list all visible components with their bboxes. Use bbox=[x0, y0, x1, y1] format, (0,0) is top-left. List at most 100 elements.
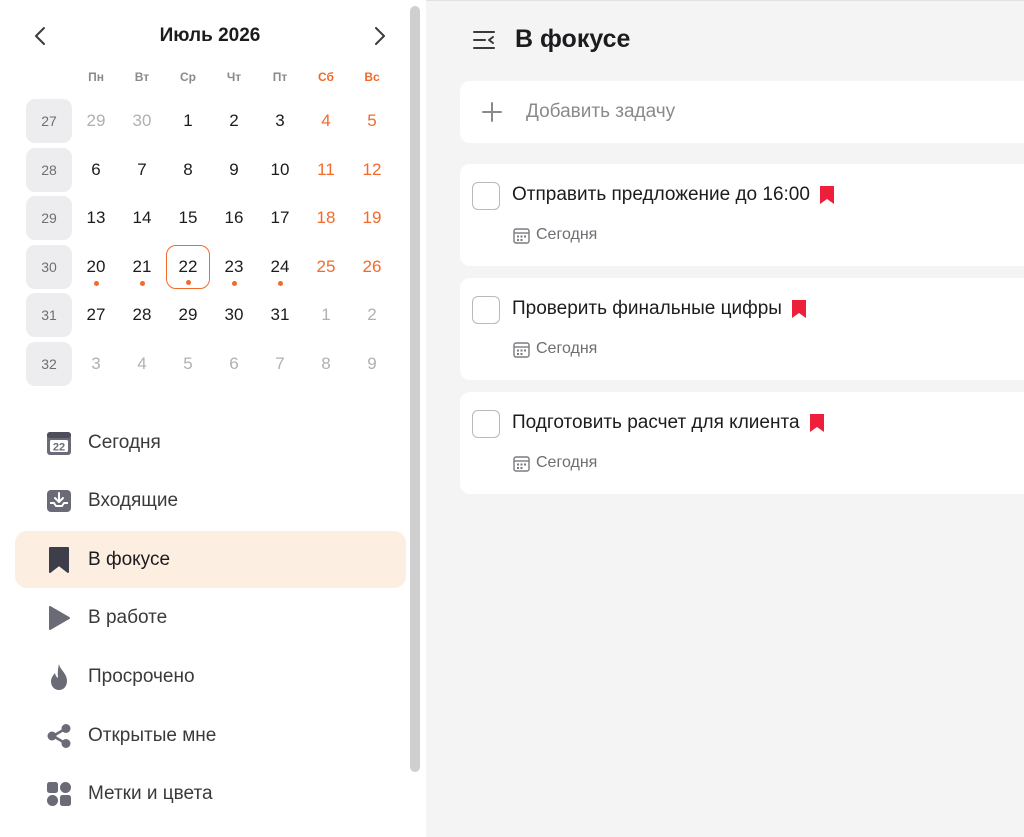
calendar-day-number: 18 bbox=[316, 208, 336, 228]
calendar-day[interactable]: 6 bbox=[73, 148, 119, 192]
calendar-day[interactable]: 3 bbox=[73, 342, 119, 386]
collapse-sidebar-button[interactable] bbox=[470, 27, 498, 53]
week-number[interactable]: 30 bbox=[26, 244, 72, 289]
calendar-day[interactable]: 31 bbox=[257, 293, 303, 337]
calendar-day[interactable]: 2 bbox=[211, 99, 257, 143]
next-month-button[interactable] bbox=[362, 18, 398, 54]
task-indicator-dot bbox=[139, 280, 145, 286]
inbox-icon bbox=[45, 487, 73, 515]
calendar-day[interactable]: 18 bbox=[303, 196, 349, 240]
weekday-label: Сб bbox=[318, 70, 334, 84]
sidebar-item-1[interactable]: 22 Сегодня bbox=[15, 414, 406, 471]
task-title[interactable]: Подготовить расчет для клиента bbox=[512, 412, 800, 434]
calendar-day[interactable]: 5 bbox=[349, 99, 395, 143]
calendar-day[interactable]: 15 bbox=[165, 196, 211, 240]
sidebar-item-label: Сегодня bbox=[88, 431, 161, 453]
task-checkbox[interactable] bbox=[472, 410, 500, 438]
calendar-day[interactable]: 27 bbox=[73, 293, 119, 337]
calendar-day-number: 7 bbox=[137, 159, 147, 179]
calendar-day-number: 15 bbox=[178, 208, 198, 228]
calendar-day[interactable]: 6 bbox=[211, 342, 257, 386]
calendar-day[interactable]: 4 bbox=[119, 342, 165, 386]
calendar-day[interactable]: 12 bbox=[349, 148, 395, 192]
calendar-day[interactable]: 4 bbox=[303, 99, 349, 143]
week-number[interactable]: 29 bbox=[26, 196, 72, 241]
calendar-day[interactable]: 25 bbox=[303, 245, 349, 289]
calendar-day[interactable]: 24 bbox=[257, 245, 303, 289]
calendar-day[interactable]: 14 bbox=[119, 196, 165, 240]
calendar-day[interactable]: 20 bbox=[73, 245, 119, 289]
today-date-badge: 22 bbox=[53, 441, 65, 453]
calendar-day[interactable]: 21 bbox=[119, 245, 165, 289]
task-indicator-dot bbox=[231, 280, 237, 286]
calendar-day-number: 27 bbox=[86, 305, 106, 325]
bookmark-icon bbox=[45, 546, 73, 574]
task-card[interactable]: Отправить предложение до 16:00 Сегодня bbox=[460, 164, 1024, 266]
calendar-day[interactable]: 13 bbox=[73, 196, 119, 240]
task-title[interactable]: Отправить предложение до 16:00 bbox=[512, 184, 810, 206]
calendar-day[interactable]: 8 bbox=[303, 342, 349, 386]
calendar-month-title[interactable]: Июль 2026 bbox=[22, 25, 398, 47]
calendar-day[interactable]: 1 bbox=[165, 99, 211, 143]
calendar-day-number: 22 bbox=[178, 256, 198, 276]
calendar-day[interactable]: 30 bbox=[211, 293, 257, 337]
calendar-day-number: 30 bbox=[132, 111, 152, 130]
sidebar-item-6[interactable]: Открытые мне bbox=[15, 707, 406, 764]
calendar-day[interactable]: 1 bbox=[303, 293, 349, 337]
week-number[interactable]: 31 bbox=[26, 293, 72, 338]
week-number[interactable]: 27 bbox=[26, 99, 72, 143]
week-number[interactable]: 28 bbox=[26, 147, 72, 192]
week-number[interactable]: 32 bbox=[26, 342, 72, 386]
calendar-day[interactable]: 2 bbox=[349, 293, 395, 337]
calendar-day[interactable]: 9 bbox=[211, 148, 257, 192]
calendar-day[interactable]: 3 bbox=[257, 99, 303, 143]
play-icon bbox=[45, 604, 73, 632]
sidebar-item-label: Метки и цвета bbox=[88, 783, 213, 805]
calendar-day[interactable]: 29 bbox=[165, 293, 211, 337]
calendar-day-number: 23 bbox=[224, 256, 244, 276]
calendar-day-number: 2 bbox=[229, 111, 239, 130]
calendar-day-number: 19 bbox=[362, 208, 382, 228]
add-task-input[interactable]: Добавить задачу bbox=[460, 81, 1024, 143]
task-checkbox[interactable] bbox=[472, 182, 500, 210]
share-icon bbox=[45, 722, 73, 750]
calendar-day[interactable]: 28 bbox=[119, 293, 165, 337]
calendar-day[interactable]: 8 bbox=[165, 148, 211, 192]
calendar-day-number: 1 bbox=[183, 111, 193, 130]
calendar-weekday-row: Пн Вт Ср Чт Пт Сб Вс bbox=[73, 70, 395, 88]
calendar-day[interactable]: 19 bbox=[349, 196, 395, 240]
sidebar-item-4[interactable]: В работе bbox=[15, 590, 406, 647]
calendar-day-number: 17 bbox=[270, 208, 290, 228]
task-checkbox[interactable] bbox=[472, 296, 500, 324]
calendar-day[interactable]: 16 bbox=[211, 196, 257, 240]
calendar-day[interactable]: 5 bbox=[165, 342, 211, 386]
calendar-day[interactable]: 29 bbox=[73, 99, 119, 143]
calendar-day[interactable]: 17 bbox=[257, 196, 303, 240]
menu-collapse-icon bbox=[473, 31, 495, 49]
sidebar-item-label: В фокусе bbox=[88, 548, 171, 570]
task-title[interactable]: Проверить финальные цифры bbox=[512, 298, 782, 320]
sidebar-scrollbar[interactable] bbox=[410, 6, 420, 772]
sidebar-item-2[interactable]: Входящие bbox=[15, 473, 406, 530]
calendar-day[interactable]: 11 bbox=[303, 148, 349, 192]
task-title-row: Проверить финальные цифры bbox=[512, 298, 807, 320]
calendar-icon bbox=[513, 227, 530, 244]
add-task-placeholder: Добавить задачу bbox=[526, 101, 676, 122]
sidebar-item-5[interactable]: Просрочено bbox=[15, 648, 406, 705]
calendar-day-number: 16 bbox=[224, 208, 244, 228]
calendar-day[interactable]: 30 bbox=[119, 99, 165, 143]
calendar-day[interactable]: 7 bbox=[119, 148, 165, 192]
task-card[interactable]: Проверить финальные цифры Сегодня bbox=[460, 278, 1024, 380]
calendar-day[interactable]: 7 bbox=[257, 342, 303, 386]
calendar-day[interactable]: 10 bbox=[257, 148, 303, 192]
sidebar-item-3[interactable]: В фокусе bbox=[15, 531, 406, 589]
calendar-day[interactable]: 26 bbox=[349, 245, 395, 289]
calendar-day-today[interactable]: 22 bbox=[166, 244, 210, 289]
task-due-date: Сегодня bbox=[536, 226, 598, 243]
tags-grid-icon bbox=[45, 780, 73, 808]
calendar-day[interactable]: 9 bbox=[349, 342, 395, 386]
task-card[interactable]: Подготовить расчет для клиента Сегодня bbox=[460, 392, 1024, 494]
sidebar-item-7[interactable]: Метки и цвета bbox=[15, 766, 406, 823]
calendar-day[interactable]: 23 bbox=[211, 245, 257, 289]
task-indicator-dot bbox=[93, 280, 99, 286]
